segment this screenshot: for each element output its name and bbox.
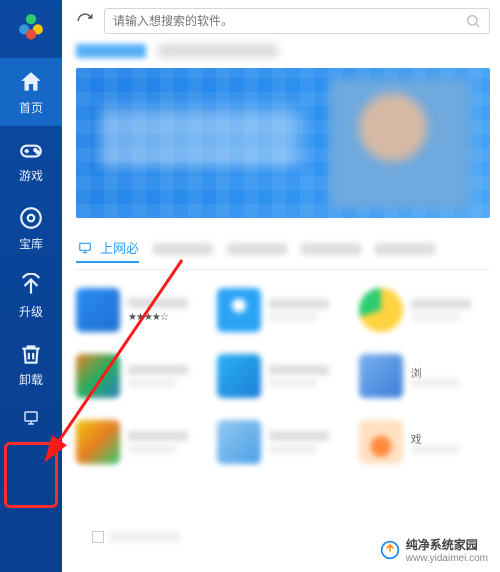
banner-headline (100, 108, 300, 168)
tab-internet-label: 上网必 (100, 238, 139, 257)
footer-hint (92, 530, 192, 544)
nav-library[interactable]: 宝库 (0, 194, 62, 262)
search-box[interactable] (104, 8, 490, 34)
app-card[interactable] (217, 416, 348, 468)
top-bar (76, 8, 490, 34)
hero-banner[interactable] (76, 68, 490, 218)
board-icon (22, 409, 40, 427)
app-name (269, 299, 329, 309)
nav-games[interactable]: 游戏 (0, 126, 62, 194)
breadcrumb-chip-2 (158, 44, 278, 58)
refresh-icon[interactable] (76, 12, 94, 30)
app-name (269, 365, 329, 375)
app-thumb (217, 354, 261, 398)
app-grid: ★★★★☆ 浏 (76, 284, 490, 468)
gamepad-icon (18, 137, 44, 163)
app-thumb (359, 288, 403, 332)
app-card[interactable] (217, 284, 348, 336)
tab-4[interactable] (301, 243, 361, 259)
app-thumb (76, 354, 120, 398)
app-name: 浏 (411, 365, 471, 375)
app-name (128, 298, 188, 308)
app-name (411, 299, 471, 309)
app-name: 戏 (411, 431, 471, 441)
app-name (269, 431, 329, 441)
breadcrumb-chip (76, 44, 146, 58)
monitor-icon (76, 241, 94, 255)
app-name (128, 431, 188, 441)
nav-upgrade-label: 升级 (19, 303, 43, 320)
category-tabs: 上网必 (76, 238, 490, 270)
nav-home[interactable]: 首页 (0, 58, 62, 126)
app-thumb (217, 288, 261, 332)
search-input[interactable] (113, 14, 465, 28)
app-name (128, 365, 188, 375)
nav-more[interactable] (0, 398, 62, 438)
app-thumb (217, 420, 261, 464)
app-card[interactable] (217, 350, 348, 402)
watermark: 纯净系统家园 www.yidaimei.com (376, 534, 492, 566)
app-card[interactable]: 戏 (359, 416, 490, 468)
app-card[interactable] (76, 416, 207, 468)
app-rating: ★★★★☆ (128, 312, 188, 323)
disc-icon (18, 205, 44, 231)
app-logo (13, 8, 49, 44)
app-card[interactable] (76, 350, 207, 402)
sidebar: 首页 游戏 宝库 升级 卸载 (0, 0, 62, 572)
app-card[interactable]: 浏 (359, 350, 490, 402)
banner-image (330, 78, 470, 208)
tab-5[interactable] (375, 243, 435, 259)
app-card[interactable]: ★★★★☆ (76, 284, 207, 336)
trash-icon (18, 341, 44, 367)
app-thumb (359, 354, 403, 398)
home-icon (18, 69, 44, 95)
app-card[interactable] (359, 284, 490, 336)
nav-uninstall[interactable]: 卸载 (0, 330, 62, 398)
search-icon (465, 13, 481, 29)
watermark-brand: 纯净系统家园 (406, 536, 488, 553)
main-content: 上网必 ★★★★☆ (62, 0, 500, 572)
watermark-url: www.yidaimei.com (406, 553, 488, 564)
tab-3[interactable] (227, 243, 287, 259)
tab-internet[interactable]: 上网必 (76, 238, 139, 263)
app-thumb (76, 420, 120, 464)
nav-upgrade[interactable]: 升级 (0, 262, 62, 330)
tab-2[interactable] (153, 243, 213, 259)
nav-uninstall-label: 卸载 (19, 371, 43, 388)
app-thumb (76, 288, 120, 332)
nav-games-label: 游戏 (19, 167, 43, 184)
nav-home-label: 首页 (19, 99, 43, 116)
app-thumb (359, 420, 403, 464)
breadcrumb (76, 44, 490, 62)
watermark-logo-icon (380, 540, 400, 560)
nav-library-label: 宝库 (19, 235, 43, 252)
checkbox-icon (92, 531, 104, 543)
upgrade-icon (18, 273, 44, 299)
